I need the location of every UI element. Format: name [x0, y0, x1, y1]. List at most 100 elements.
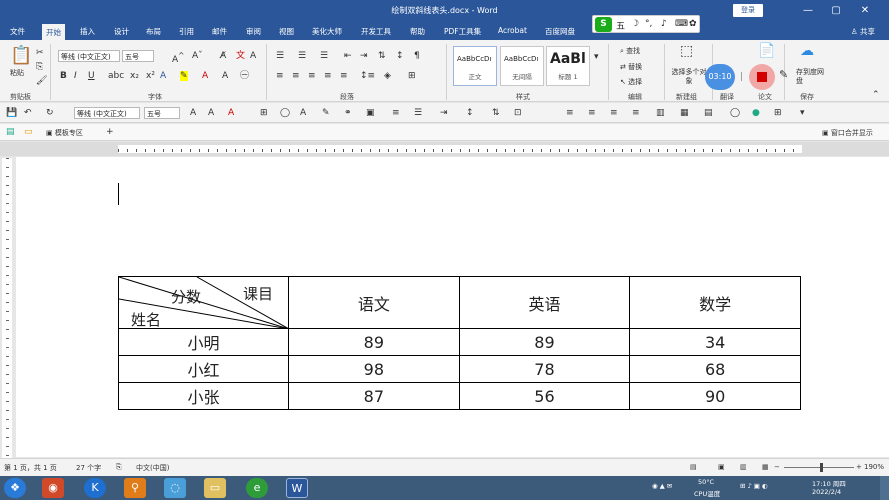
start-button[interactable]: ❖ [4, 478, 26, 498]
paste-icon[interactable]: 📋 [10, 46, 32, 66]
style-heading-1[interactable]: AaBl 标题 1 [546, 46, 590, 86]
qat-shrink-font-icon[interactable]: A [208, 108, 214, 118]
tab-developer[interactable]: 开发工具 [361, 26, 391, 37]
punctuation-icon[interactable]: °, [645, 19, 652, 29]
find-button[interactable]: ⌕ 查找 [620, 46, 640, 56]
font-color-icon[interactable]: A [202, 71, 208, 81]
baidu-cloud-icon[interactable]: ☁ [800, 44, 814, 58]
qat-align-right-icon[interactable]: ≡ [610, 108, 618, 118]
highlight-icon[interactable]: ✎ [180, 71, 188, 81]
folder-icon[interactable]: ▭ [24, 127, 33, 137]
score-cell[interactable]: 98 [288, 355, 460, 383]
new-tab-button[interactable]: + [106, 127, 114, 137]
tab-help[interactable]: 帮助 [410, 26, 425, 37]
qat-rows-icon[interactable]: ▤ [704, 108, 713, 118]
score-cell[interactable]: 89 [288, 328, 460, 356]
merge-windows-button[interactable]: ▣ 窗口合并显示 [822, 128, 873, 138]
zoom-out-button[interactable]: − [774, 463, 780, 471]
app-icon-1[interactable]: ◉ [42, 478, 64, 498]
score-table[interactable]: 课目 分数 姓名 语文 英语 数学 小明 89 89 34 小红 98 78 6… [118, 276, 801, 410]
tab-mailings[interactable]: 邮件 [212, 26, 227, 37]
read-mode-icon[interactable]: ▣ [718, 463, 725, 471]
app-icon-k[interactable]: K [84, 478, 106, 498]
qat-table2-icon[interactable]: ⊞ [774, 108, 782, 118]
zoom-slider-thumb[interactable] [820, 463, 823, 472]
multilevel-icon[interactable]: ☰ [320, 51, 328, 61]
language-status[interactable]: 中文(中国) [136, 463, 169, 473]
char-shading-icon[interactable]: A [222, 71, 228, 81]
tab-baidu-pan[interactable]: 百度网盘 [545, 26, 575, 37]
zoom-in-button[interactable]: + [856, 463, 862, 471]
qat-indent-icon[interactable]: ⇥ [440, 108, 448, 118]
word-taskbar-icon[interactable]: W [286, 478, 308, 498]
tab-pdf-tools[interactable]: PDF工具集 [444, 26, 481, 37]
decrease-indent-icon[interactable]: ⇤ [344, 51, 352, 61]
qat-draw-icon[interactable]: ✎ [322, 108, 330, 118]
qat-list-icon[interactable]: ☰ [414, 108, 422, 118]
focus-mode-icon[interactable]: ▤ [690, 463, 697, 471]
qat-image-icon[interactable]: ▣ [366, 108, 375, 118]
clear-format-icon[interactable]: A̸ [220, 51, 226, 61]
qat-grow-font-icon[interactable]: A [190, 108, 196, 118]
increase-indent-icon[interactable]: ⇥ [360, 51, 368, 61]
tab-review[interactable]: 审阅 [246, 26, 261, 37]
qat-align-icon[interactable]: ≡ [392, 108, 400, 118]
qat-shape-icon[interactable]: ◯ [280, 108, 290, 118]
collapse-ribbon-icon[interactable]: ⌃ [872, 90, 880, 100]
grow-font-icon[interactable]: A^ [172, 51, 184, 65]
mic-icon[interactable]: ♪ [661, 19, 667, 29]
qat-font-color-icon[interactable]: A [228, 108, 234, 118]
browser-icon[interactable]: e [246, 478, 268, 498]
name-cell[interactable]: 小红 [118, 355, 289, 383]
select-objects-icon[interactable]: ⬚ [680, 44, 693, 58]
score-cell[interactable]: 56 [458, 382, 631, 410]
skin-icon[interactable]: ✿ [689, 19, 697, 29]
strikethrough-icon[interactable]: abc [108, 71, 124, 81]
format-painter-icon[interactable]: 🖌 [36, 76, 47, 86]
qat-circle-icon[interactable]: ◯ [730, 108, 740, 118]
header-cell[interactable]: 数学 [629, 276, 801, 329]
distribute-icon[interactable]: ≡ [340, 71, 348, 81]
qat-customize-icon[interactable]: ▾ [800, 108, 805, 118]
close-button[interactable]: ✕ [855, 3, 875, 18]
score-cell[interactable]: 89 [458, 328, 631, 356]
header-cell[interactable]: 英语 [458, 276, 631, 329]
select-multi-objects-button[interactable]: 选择多个对象 [670, 68, 708, 86]
tray-icons[interactable]: ◉ ▲ ✉ [652, 482, 672, 490]
enclose-char-icon[interactable]: ㊀ [240, 71, 249, 81]
superscript-icon[interactable]: x² [146, 71, 155, 81]
name-cell[interactable]: 小明 [118, 328, 289, 356]
qat-font-name-select[interactable]: 等线 (中文正文) [74, 107, 140, 119]
ime-mode[interactable]: 五 [616, 19, 625, 32]
score-cell[interactable]: 90 [629, 382, 801, 410]
web-layout-icon[interactable]: ▦ [762, 463, 769, 471]
numbering-icon[interactable]: ☰ [298, 51, 306, 61]
tab-references[interactable]: 引用 [179, 26, 194, 37]
qat-link-icon[interactable]: ⚭ [344, 108, 352, 118]
paste-label[interactable]: 粘贴 [10, 68, 24, 78]
text-effect-icon[interactable]: A [160, 71, 166, 81]
header-cell[interactable]: 语文 [288, 276, 460, 329]
align-left-icon[interactable]: ≡ [276, 71, 284, 81]
search-app-icon[interactable]: ⚲ [124, 478, 146, 498]
align-right-icon[interactable]: ≡ [308, 71, 316, 81]
show-marks-icon[interactable]: ¶ [414, 51, 420, 61]
keyboard-icon[interactable]: ⌨ [675, 19, 688, 29]
qat-align-center-icon[interactable]: ≡ [588, 108, 596, 118]
tab-beautify[interactable]: 美化大师 [312, 26, 342, 37]
score-cell[interactable]: 87 [288, 382, 460, 410]
tab-insert[interactable]: 插入 [80, 26, 95, 37]
style-no-spacing[interactable]: AaBbCcDı 无间隔 [500, 46, 544, 86]
clock-time[interactable]: 17:10 周四 [812, 478, 846, 488]
phonetic-icon[interactable]: 文 [236, 51, 245, 61]
tab-home[interactable]: 开始 [42, 24, 65, 40]
zoom-level[interactable]: 190% [864, 463, 884, 471]
zoom-slider[interactable] [784, 467, 854, 468]
stop-recording-button[interactable] [749, 64, 775, 90]
horizontal-ruler[interactable] [0, 142, 889, 156]
italic-icon[interactable]: I [74, 71, 77, 81]
login-button[interactable]: 登录 [733, 4, 763, 17]
align-center-icon[interactable]: ≡ [292, 71, 300, 81]
bullets-icon[interactable]: ☰ [276, 51, 284, 61]
tab-design[interactable]: 设计 [114, 26, 129, 37]
